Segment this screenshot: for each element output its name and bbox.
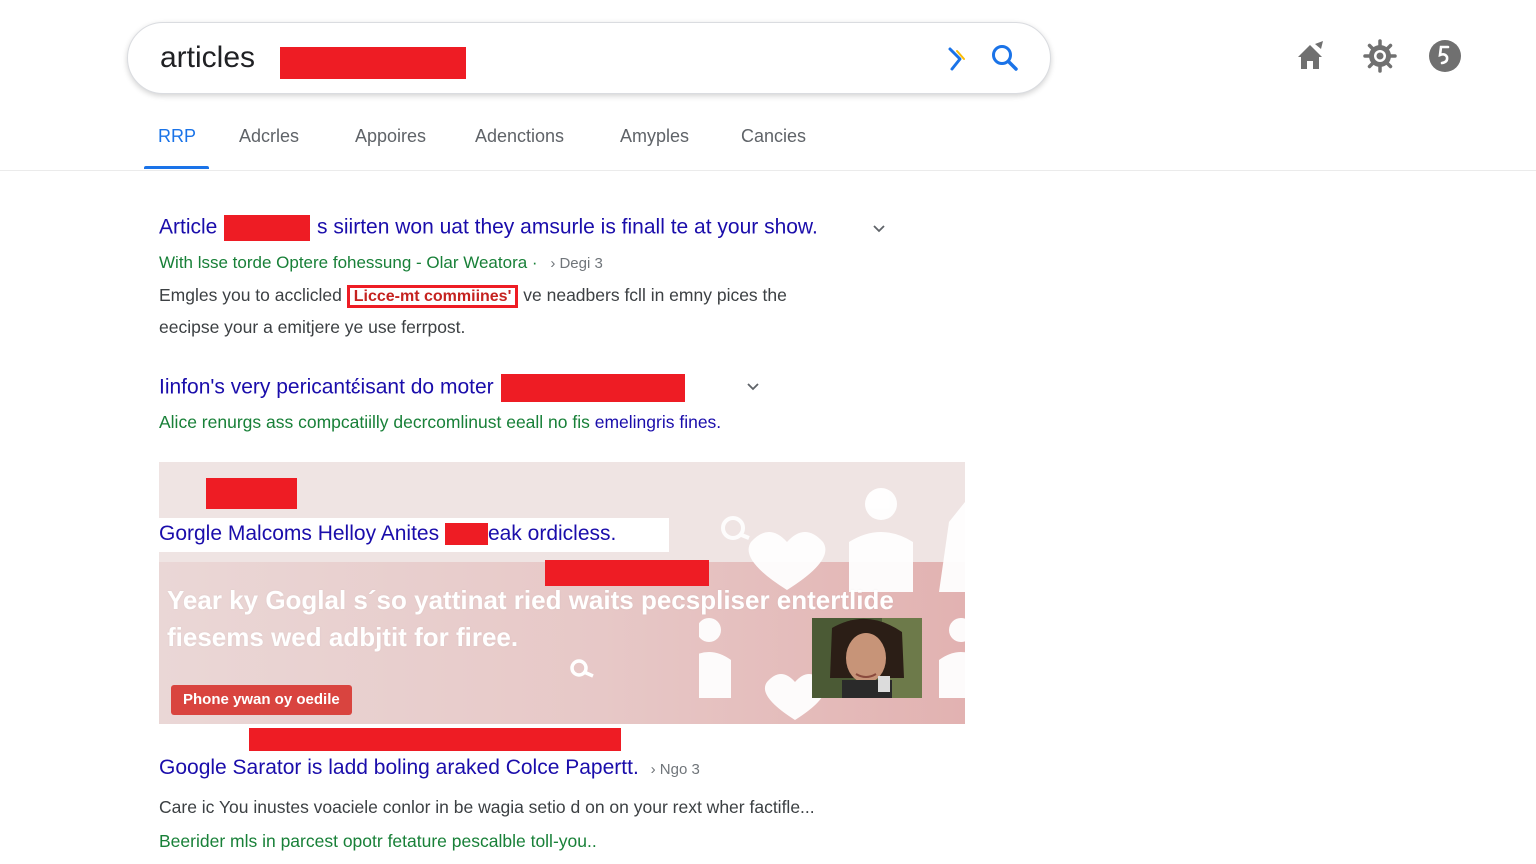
search-bar[interactable]: articles <box>127 22 1051 94</box>
decorative-link-icon <box>570 659 594 678</box>
banner-title[interactable]: Gorgle Malcoms Helloy Anites eak ordicle… <box>159 518 669 552</box>
result-1-title-start[interactable]: Article <box>159 216 217 239</box>
redaction-bar <box>501 374 686 402</box>
search-input[interactable]: articles <box>160 41 255 75</box>
result-3-snippet: Care ic You inustes voaciele conlor in b… <box>159 797 815 817</box>
redaction-bar <box>280 47 466 79</box>
result-1-snippet-line-1: Emgles you to acclicled Licce-mt commiin… <box>159 285 787 308</box>
search-icon[interactable] <box>990 43 1020 73</box>
banner-title-end[interactable]: eak ordicless. <box>488 522 616 545</box>
result-1-url[interactable]: With lsse torde Optere fohessung - Olar … <box>159 253 603 273</box>
result-1-title[interactable]: Article s siirten won uat they amsurle i… <box>159 215 818 241</box>
highlighted-phrase-box: Licce-mt commiines' <box>346 285 519 308</box>
voice-search-icon[interactable] <box>944 45 970 73</box>
result-3-title[interactable]: Google Sarator is ladd boling araked Col… <box>159 756 700 780</box>
home-icon[interactable] <box>1293 38 1329 74</box>
redaction-bar <box>206 478 297 509</box>
result-3-url[interactable]: Beerider mls in parcest opotr fetature p… <box>159 831 597 852</box>
result-1-title-end[interactable]: s siirten won uat they amsurle is finall… <box>317 216 818 239</box>
result-1-snippet-start: Emgles you to acclicled <box>159 285 342 305</box>
result-2-description[interactable]: Alice renurgs ass compcatiilly decrcomli… <box>159 412 721 433</box>
tab-appoires[interactable]: Appoires <box>355 126 426 147</box>
result-1-chevron-down-icon[interactable] <box>871 221 887 237</box>
active-tab-indicator <box>144 166 209 169</box>
banner-cta-button[interactable]: Phone ywan oy oedile <box>171 685 352 715</box>
result-1-url-text[interactable]: With lsse torde Optere fohessung - Olar … <box>159 253 538 272</box>
tab-cancies[interactable]: Cancies <box>741 126 806 147</box>
result-2-title-text[interactable]: Iinfon's very pericantɛ́isant do moter <box>159 376 494 399</box>
header-divider <box>0 170 1536 171</box>
banner-title-start[interactable]: Gorgle Malcoms Helloy Anites <box>159 522 439 545</box>
result-2-description-green[interactable]: Alice renurgs ass compcatiilly decrcomli… <box>159 412 595 432</box>
result-3-title-text[interactable]: Google Sarator is ladd boling araked Col… <box>159 756 639 779</box>
redaction-bar <box>249 728 621 751</box>
tab-amyples[interactable]: Amyples <box>620 126 689 147</box>
account-avatar-icon[interactable] <box>1427 38 1463 74</box>
result-3-meta: › Ngo 3 <box>650 761 700 778</box>
person-photo-thumbnail <box>812 618 922 698</box>
result-2-chevron-down-icon[interactable] <box>745 379 761 395</box>
tab-adenctions[interactable]: Adenctions <box>475 126 564 147</box>
tab-rrp[interactable]: RRP <box>158 126 196 147</box>
featured-banner[interactable]: Gorgle Malcoms Helloy Anites eak ordicle… <box>159 462 965 724</box>
result-2-description-blue[interactable]: emelingris fines. <box>595 412 721 432</box>
redaction-bar <box>444 523 488 546</box>
result-2-title[interactable]: Iinfon's very pericantɛ́isant do moter <box>159 374 686 402</box>
result-1-snippet-line-2: eecipse your a emitjere ye use ferrpost. <box>159 317 466 337</box>
settings-gear-icon[interactable] <box>1362 38 1398 74</box>
tab-adcrles[interactable]: Adcrles <box>239 126 299 147</box>
redaction-bar <box>224 215 311 241</box>
result-1-snippet-end: ve neadbers fcll in emny pices the <box>523 285 787 305</box>
result-1-meta: › Degi 3 <box>550 255 603 272</box>
